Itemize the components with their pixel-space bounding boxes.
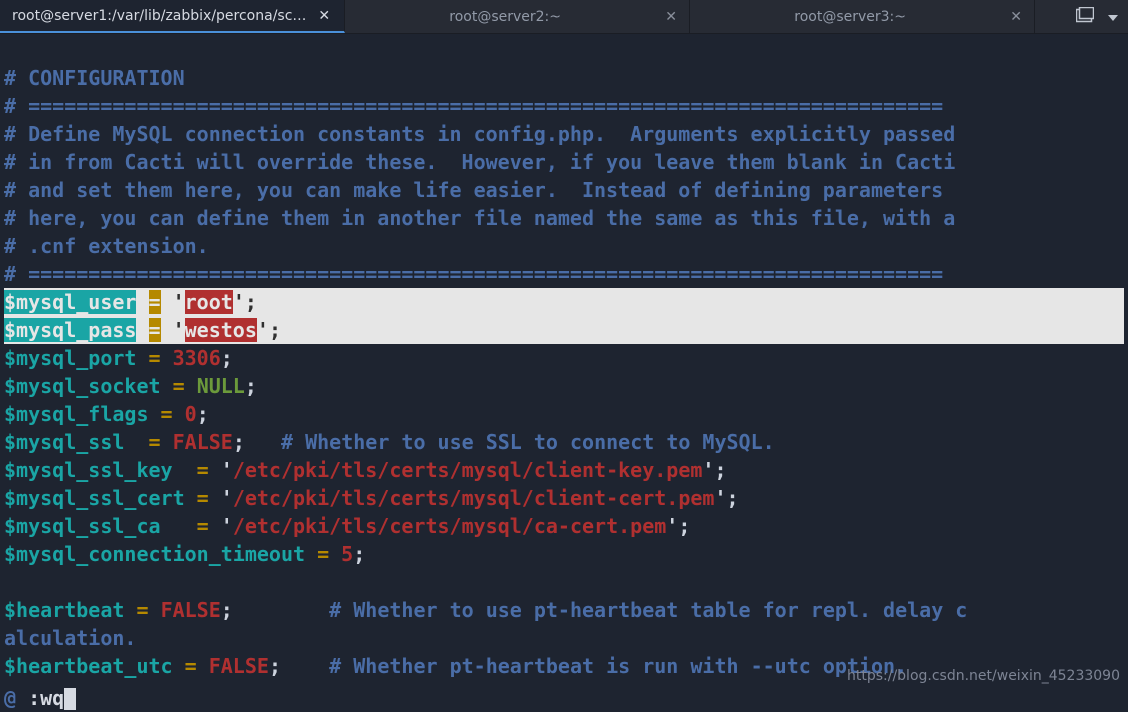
var-name: $heartbeat [4,598,124,622]
var-value: westos [185,318,257,342]
var-value: 3306 [173,346,221,370]
var-name: $mysql_ssl [4,430,124,454]
close-icon[interactable]: ✕ [318,8,330,24]
var-value: 0 [185,402,197,426]
close-icon[interactable]: ✕ [665,9,677,25]
tab-title: root@server1:/var/lib/zabbix/percona/sc… [12,8,306,24]
vim-command[interactable]: :wq [28,686,64,710]
var-name: $mysql_pass [4,318,136,342]
tab-title: root@server3:~ [702,9,998,25]
comment-wrap: alculation. [4,626,136,650]
editor-viewport[interactable]: # CONFIGURATION # ======================… [0,34,1128,680]
var-value: FALSE [161,598,221,622]
tab-server1[interactable]: root@server1:/var/lib/zabbix/percona/sc…… [0,0,345,33]
var-value: NULL [197,374,245,398]
var-value: FALSE [173,430,233,454]
highlighted-line: $mysql_user = 'root'; [4,288,1124,316]
var-name: $mysql_ssl_cert [4,486,185,510]
var-value: /etc/pki/tls/certs/mysql/client-key.pem [233,458,703,482]
menu-icon[interactable] [1108,9,1118,25]
cursor-icon [64,688,76,710]
var-name: $mysql_flags [4,402,149,426]
inline-comment: # Whether to use pt-heartbeat table for … [329,598,967,622]
tab-title: root@server2:~ [357,9,653,25]
tab-bar: root@server1:/var/lib/zabbix/percona/sc…… [0,0,1128,34]
inline-comment: # Whether pt-heartbeat is run with --utc… [329,654,907,678]
comment-line: # CONFIGURATION [4,66,185,90]
close-icon[interactable]: ✕ [1010,9,1022,25]
comment-line: # and set them here, you can make life e… [4,178,943,202]
tab-server3[interactable]: root@server3:~ ✕ [690,0,1035,33]
toolbar-right [1066,0,1128,33]
comment-line: # here, you can define them in another f… [4,206,955,230]
var-name: $mysql_user [4,290,136,314]
comment-line: # in from Cacti will override these. How… [4,150,955,174]
new-terminal-icon[interactable] [1076,7,1094,27]
comment-line: # .cnf extension. [4,234,209,258]
var-name: $mysql_ssl_key [4,458,173,482]
var-name: $mysql_socket [4,374,161,398]
vim-status-line: @ :wq [4,684,1128,712]
var-value: FALSE [209,654,269,678]
chevron-down-icon [1108,15,1118,21]
var-name: $mysql_connection_timeout [4,542,305,566]
var-value: 5 [341,542,353,566]
var-name: $mysql_ssl_ca [4,514,161,538]
var-value: root [185,290,233,314]
comment-line: # Define MySQL connection constants in c… [4,122,955,146]
comment-line: # ======================================… [4,262,943,286]
watermark: https://blog.csdn.net/weixin_45233090 [847,668,1120,684]
tab-server2[interactable]: root@server2:~ ✕ [345,0,690,33]
var-value: /etc/pki/tls/certs/mysql/ca-cert.pem [233,514,666,538]
var-value: /etc/pki/tls/certs/mysql/client-cert.pem [233,486,715,510]
inline-comment: # Whether to use SSL to connect to MySQL… [281,430,775,454]
comment-line: # ======================================… [4,94,943,118]
var-name: $heartbeat_utc [4,654,173,678]
var-name: $mysql_port [4,346,136,370]
highlighted-line: $mysql_pass = 'westos'; [4,316,1124,344]
vim-at-line: @ [4,686,16,710]
